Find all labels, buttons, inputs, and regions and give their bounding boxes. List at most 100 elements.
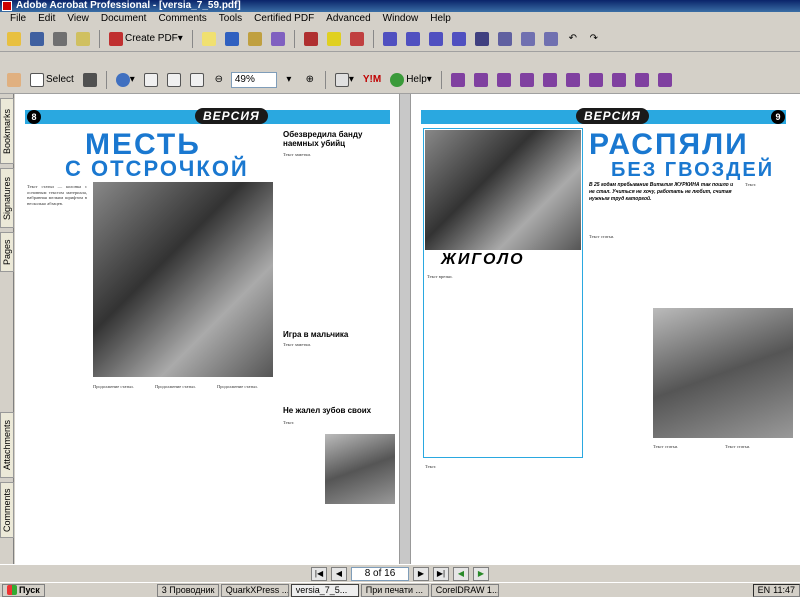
zoom-dropdown[interactable]: ▾ [280,71,298,89]
right-side-text: Текст. [745,182,757,187]
taskbar-explorer[interactable]: 3 Проводник [156,583,219,597]
print-button[interactable] [50,30,70,48]
forms-button[interactable] [268,30,288,48]
zoom-out-button[interactable]: ⊖ [210,71,228,89]
snapshot-button[interactable] [80,71,100,89]
help-label: Help [406,74,427,85]
doc-tool-9[interactable] [632,71,652,89]
printer-icon [53,31,67,46]
doc-tool-2[interactable] [471,71,491,89]
arrow-icon [520,31,535,46]
tab-attachments[interactable]: Attachments [0,412,14,478]
start-button[interactable]: Пуск [2,583,45,597]
prev-page-button[interactable]: ◀ [331,566,347,581]
doc-tool-4[interactable] [517,71,537,89]
doc-tool-7[interactable] [586,71,606,89]
taskbar-corel[interactable]: CorelDRAW 1... [430,583,499,597]
left-brand-label: ВЕРСИЯ [195,108,268,124]
document-icon [450,72,465,87]
right-col-text-c: Текст статьи. [725,444,751,449]
right-main-photo [653,308,793,438]
left-col2-section2-title: Не жалел зубов своих [283,406,372,415]
pencil-button[interactable] [347,30,367,48]
tab-signatures[interactable]: Signatures [0,168,14,228]
highlight-button[interactable] [324,30,344,48]
left-col-text-a: Продолжение статьи. [93,384,134,389]
touchup-button[interactable] [301,30,321,48]
right-col-text-b: Текст статьи. [653,444,679,449]
menu-advanced[interactable]: Advanced [320,12,376,26]
ym-button[interactable]: Y!M [360,71,384,89]
menu-certified-pdf[interactable]: Certified PDF [248,12,320,26]
menu-help[interactable]: Help [424,12,457,26]
toolbar-main: Create PDF ▾ ↶ ↷ [0,26,800,52]
left-col-text-b: Продолжение статьи. [155,384,196,389]
menu-edit[interactable]: Edit [32,12,61,26]
doc-tool-6[interactable] [563,71,583,89]
comment-button[interactable] [199,30,219,48]
first-page-button[interactable]: |◀ [311,566,327,581]
link-button[interactable] [495,30,515,48]
page-tool-2[interactable] [403,30,423,48]
redo-button[interactable]: ↷ [585,30,603,48]
menu-view[interactable]: View [61,12,95,26]
next-page-button[interactable]: ▶ [413,566,429,581]
save-button[interactable] [27,30,47,48]
doc-tool-5[interactable] [540,71,560,89]
back-view-button[interactable]: ◀ [453,566,469,581]
email-button[interactable] [73,30,93,48]
rotate-button[interactable]: ▾ [332,71,357,89]
select-button[interactable]: Select [27,71,77,89]
help-button[interactable]: Help ▾ [387,71,435,89]
tab-pages[interactable]: Pages [0,232,14,272]
fit-page-button[interactable] [164,71,184,89]
zoom-in-button[interactable]: ⊕ [301,71,319,89]
hand-tool-button[interactable] [4,71,24,89]
language-indicator[interactable]: EN [758,585,771,595]
zoom-level-input[interactable]: 49% [230,71,277,88]
ym-logo-icon: Y!M [362,74,382,85]
page-tool-3[interactable] [426,30,446,48]
clock: 11:47 [773,585,795,595]
left-col2-title: Обезвредила банду наемных убийц [283,130,363,148]
forward-view-button[interactable]: ▶ [473,566,489,581]
doc-tool-10[interactable] [655,71,675,89]
menu-bar: File Edit View Document Comments Tools C… [0,12,800,26]
tab-bookmarks[interactable]: Bookmarks [0,98,14,164]
menu-document[interactable]: Document [95,12,153,26]
document-icon [473,72,488,87]
actual-size-button[interactable] [141,71,161,89]
page-icon [382,31,397,46]
fit-width-button[interactable] [187,71,207,89]
menu-window[interactable]: Window [377,12,425,26]
right-headline-line2: БЕЗ ГВОЗДЕЙ [611,159,775,181]
text-tool-icon [543,31,558,46]
zoom-in-tool-button[interactable]: ▾ [113,71,138,89]
doc-tool-3[interactable] [494,71,514,89]
tab-comments[interactable]: Comments [0,482,14,538]
open-button[interactable] [4,30,24,48]
taskbar-acrobat[interactable]: versia_7_5... [290,583,359,597]
undo-button[interactable]: ↶ [564,30,582,48]
secure-button[interactable] [245,30,265,48]
left-page-number: 8 [27,110,41,124]
create-pdf-button[interactable]: Create PDF ▾ [106,30,186,48]
taskbar-quark[interactable]: QuarkXPress ... [220,583,289,597]
menu-comments[interactable]: Comments [152,12,212,26]
menu-tools[interactable]: Tools [213,12,248,26]
sign-button[interactable] [222,30,242,48]
page-number-field[interactable]: 8 of 16 [351,566,409,581]
menu-file[interactable]: File [4,12,32,26]
last-page-button[interactable]: ▶| [433,566,449,581]
doc-tool-1[interactable] [448,71,468,89]
page-tool-1[interactable] [380,30,400,48]
arrow-tool-button[interactable] [518,30,538,48]
page-tool-4[interactable] [449,30,469,48]
document-view[interactable]: 8 ВЕРСИЯ МЕСТЬ С ОТСРОЧКОЙ Обезвредила б… [15,94,800,564]
doc-tool-8[interactable] [609,71,629,89]
page-icon [451,31,466,46]
text-tool-button[interactable] [541,30,561,48]
navigation-tabs-panel: Bookmarks Signatures Pages Attachments C… [0,94,14,582]
crop-button[interactable] [472,30,492,48]
taskbar-print[interactable]: При печати ... [360,583,429,597]
